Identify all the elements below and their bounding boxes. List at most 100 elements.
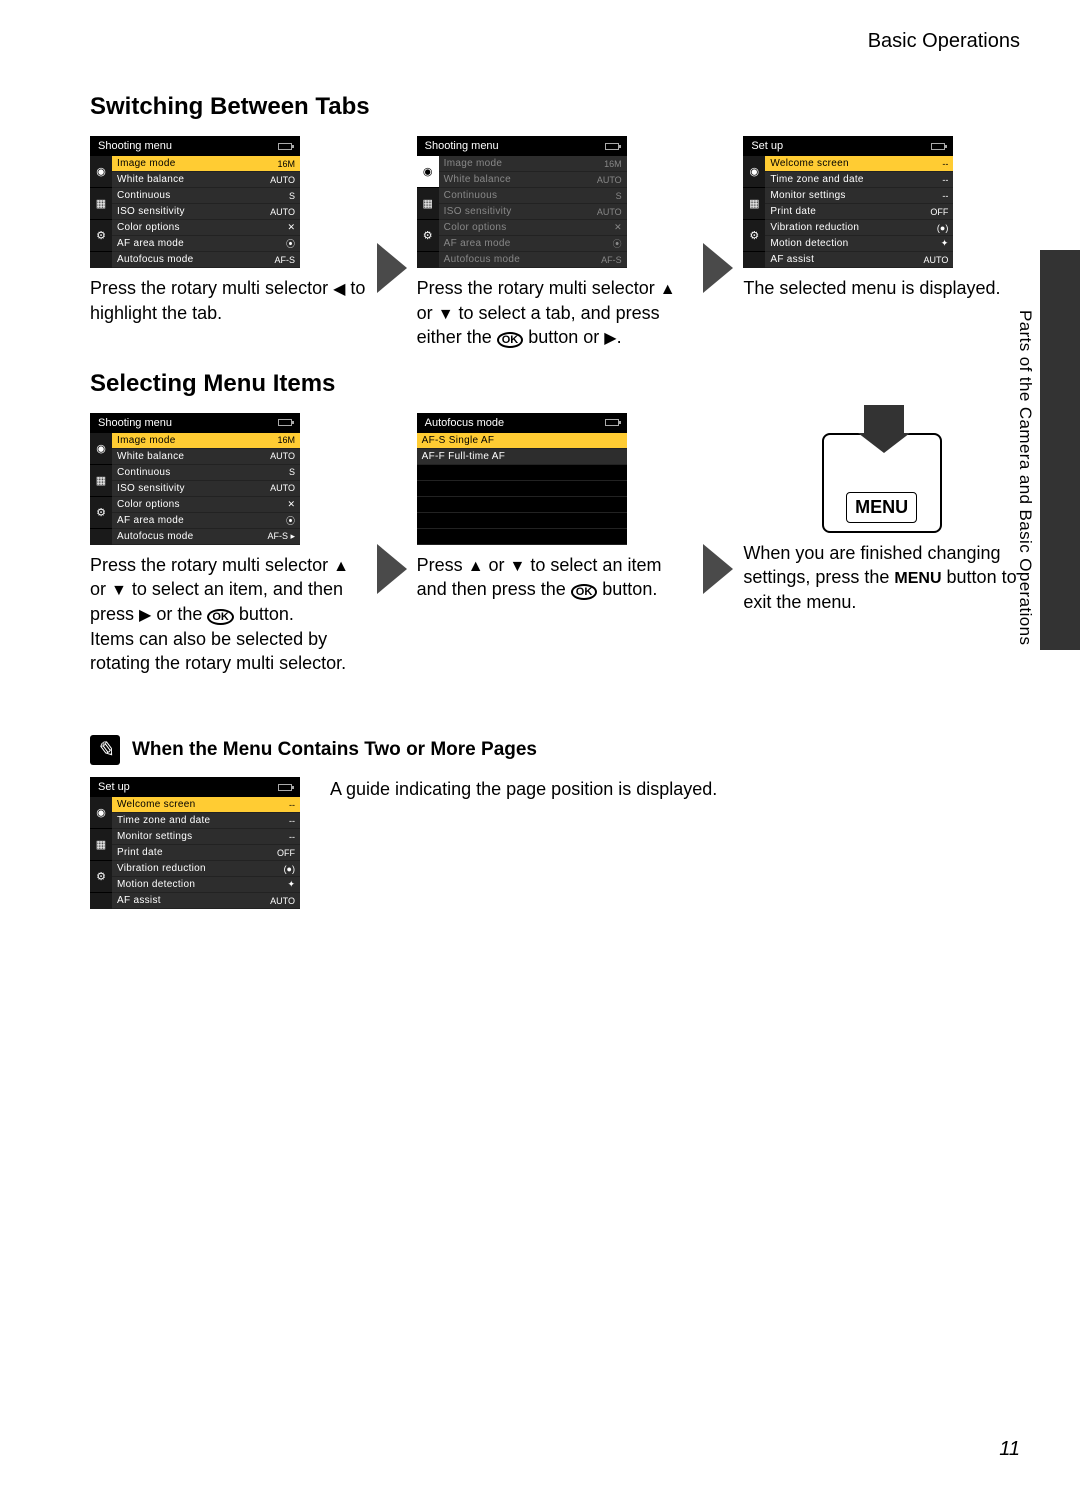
arrow-icon: ◀	[333, 281, 345, 298]
camera-menu-item: ISO sensitivityAUTO	[112, 204, 300, 220]
camera-menu-item: AF assistAUTO	[112, 893, 300, 909]
camera-menu-item: Welcome screen--	[112, 797, 300, 813]
note-icon: ✎	[90, 735, 120, 765]
camera-menu-title: Shooting menu	[98, 140, 172, 152]
camera-menu-item-value: (●)	[284, 864, 295, 874]
camera-menu-item-label: Print date	[770, 206, 816, 217]
camera-tab-icon: ◉	[90, 156, 112, 188]
camera-menu-item-label: Image mode	[117, 158, 176, 169]
flow-arrow-icon	[703, 243, 733, 293]
camera-menu-item-value: AUTO	[924, 255, 949, 265]
chapter-side-tab	[1040, 250, 1080, 650]
battery-icon	[278, 419, 292, 426]
camera-menu-item-label: ISO sensitivity	[117, 483, 185, 494]
camera-menu-item: ContinuousS	[112, 465, 300, 481]
camera-menu-item-label: Image mode	[117, 435, 176, 446]
camera-menu-item-value: --	[942, 191, 948, 201]
flow-arrow-icon	[703, 544, 733, 594]
camera-menu-item: AF assistAUTO	[765, 252, 953, 268]
camera-menu-item-label: Continuous	[444, 190, 498, 201]
camera-menu-item-value: AUTO	[270, 175, 295, 185]
arrow-icon: ▼	[438, 306, 454, 323]
section1-title: Switching Between Tabs	[90, 93, 1020, 121]
camera-menu-item-value: (●)	[937, 223, 948, 233]
battery-icon	[605, 143, 619, 150]
camera-menu-item-label: White balance	[117, 174, 184, 185]
step-caption: When you are finished changing settings,…	[743, 541, 1020, 614]
camera-menu-item-value: ⦿	[286, 514, 295, 527]
camera-menu-item: AF-F Full-time AF	[417, 449, 627, 465]
camera-menu: Set up◉▦⚙Welcome screen--Time zone and d…	[90, 777, 300, 909]
camera-menu-item-label: Image mode	[444, 158, 503, 169]
camera-menu-item-value: AUTO	[597, 175, 622, 185]
camera-menu-item-label: AF area mode	[444, 238, 511, 249]
menu-button: MENU	[846, 492, 917, 523]
step-caption: Press the rotary multi selector ▲ or ▼ t…	[90, 553, 367, 675]
camera-menu-item-label: AF area mode	[117, 238, 184, 249]
camera-menu-item-label: AF-F Full-time AF	[422, 451, 505, 462]
camera-menu-item: Autofocus modeAF-S ▸	[112, 529, 300, 545]
flow-arrow-icon	[377, 544, 407, 594]
camera-menu-item: Motion detection✦	[765, 236, 953, 252]
camera-menu-item: Print date OFF	[765, 204, 953, 220]
camera-menu-item-label: Vibration reduction	[117, 863, 206, 874]
camera-menu-item-value: 16M	[604, 159, 622, 169]
camera-menu-title: Set up	[98, 781, 130, 793]
camera-menu: Shooting menu◉▦⚙Image mode16MWhite balan…	[90, 413, 300, 545]
step-caption: Press ▲ or ▼ to select an item and then …	[417, 553, 694, 602]
camera-menu-item-label: Autofocus mode	[117, 531, 193, 542]
camera-menu-item-value: AUTO	[270, 451, 295, 461]
camera-menu: Autofocus mode AF-S Single AF AF-F Full-ti…	[417, 413, 627, 545]
camera-tab-icon: ◉	[90, 797, 112, 829]
camera-menu-item-value: AUTO	[597, 207, 622, 217]
camera-menu-item-label: Time zone and date	[117, 815, 210, 826]
arrow-icon: ▲	[660, 281, 676, 298]
camera-menu-item: Color options✕	[112, 497, 300, 513]
camera-tab-icon: ◉	[90, 433, 112, 465]
camera-menu-item-label: Time zone and date	[770, 174, 863, 185]
camera-tab-icon: ⚙	[90, 220, 112, 252]
camera-menu-item-value: ✦	[287, 879, 295, 890]
camera-menu-item-value: OFF	[930, 207, 948, 217]
camera-menu-item: Color options✕	[112, 220, 300, 236]
camera-tab-icon: ⚙	[417, 220, 439, 252]
camera-menu-item-value: S	[289, 191, 295, 201]
camera-menu-item-value: ⦿	[286, 237, 295, 250]
camera-menu-item-value: ⦿	[613, 237, 622, 250]
camera-menu-item-value: ✕	[287, 499, 295, 510]
camera-menu-item-label: White balance	[444, 174, 511, 185]
camera-menu-item-value: --	[942, 175, 948, 185]
camera-menu-item: White balanceAUTO	[112, 449, 300, 465]
camera-menu-item: Welcome screen--	[765, 156, 953, 172]
camera-menu-title: Set up	[751, 140, 783, 152]
camera-menu-title: Autofocus mode	[425, 417, 505, 429]
camera-menu-item-label: Welcome screen	[770, 158, 849, 169]
step-caption: Press the rotary multi selector ▲ or ▼ t…	[417, 276, 694, 350]
section2-title: Selecting Menu Items	[90, 370, 1020, 398]
camera-menu-item: Time zone and date --	[765, 172, 953, 188]
camera-menu-item-label: Monitor settings	[117, 831, 192, 842]
camera-menu-item: Image mode 16M	[112, 433, 300, 449]
camera-menu-item-value: AF-S	[601, 255, 622, 265]
camera-menu-item-label: ISO sensitivity	[444, 206, 512, 217]
camera-tab-icon: ⚙	[90, 497, 112, 529]
camera-tab-icon: ⚙	[743, 220, 765, 252]
flow-arrow-icon	[377, 243, 407, 293]
camera-menu: Shooting menu◉▦⚙Image mode16MWhite balan…	[90, 136, 300, 268]
camera-tab-icon: ▦	[743, 188, 765, 220]
camera-menu-item: Color options✕	[439, 220, 627, 236]
camera-menu-item: ISO sensitivity AUTO	[439, 204, 627, 220]
camera-menu-item: Motion detection✦	[112, 877, 300, 893]
camera-menu-item-label: Autofocus mode	[117, 254, 193, 265]
camera-menu-item: AF-S Single AF	[417, 433, 627, 449]
camera-menu-item-value: AUTO	[270, 483, 295, 493]
camera-menu-item-label: ISO sensitivity	[117, 206, 185, 217]
camera-menu-item: AF area mode ⦿	[112, 236, 300, 252]
camera-menu-item: White balance AUTO	[112, 172, 300, 188]
camera-tab-icon: ◉	[743, 156, 765, 188]
camera-menu-item-value: 16M	[277, 435, 295, 445]
camera-menu-item-label: Autofocus mode	[444, 254, 520, 265]
camera-menu: Shooting menu◉▦⚙Image mode16MWhite balan…	[417, 136, 627, 268]
battery-icon	[278, 143, 292, 150]
camera-menu-item-value: ✕	[614, 222, 622, 233]
